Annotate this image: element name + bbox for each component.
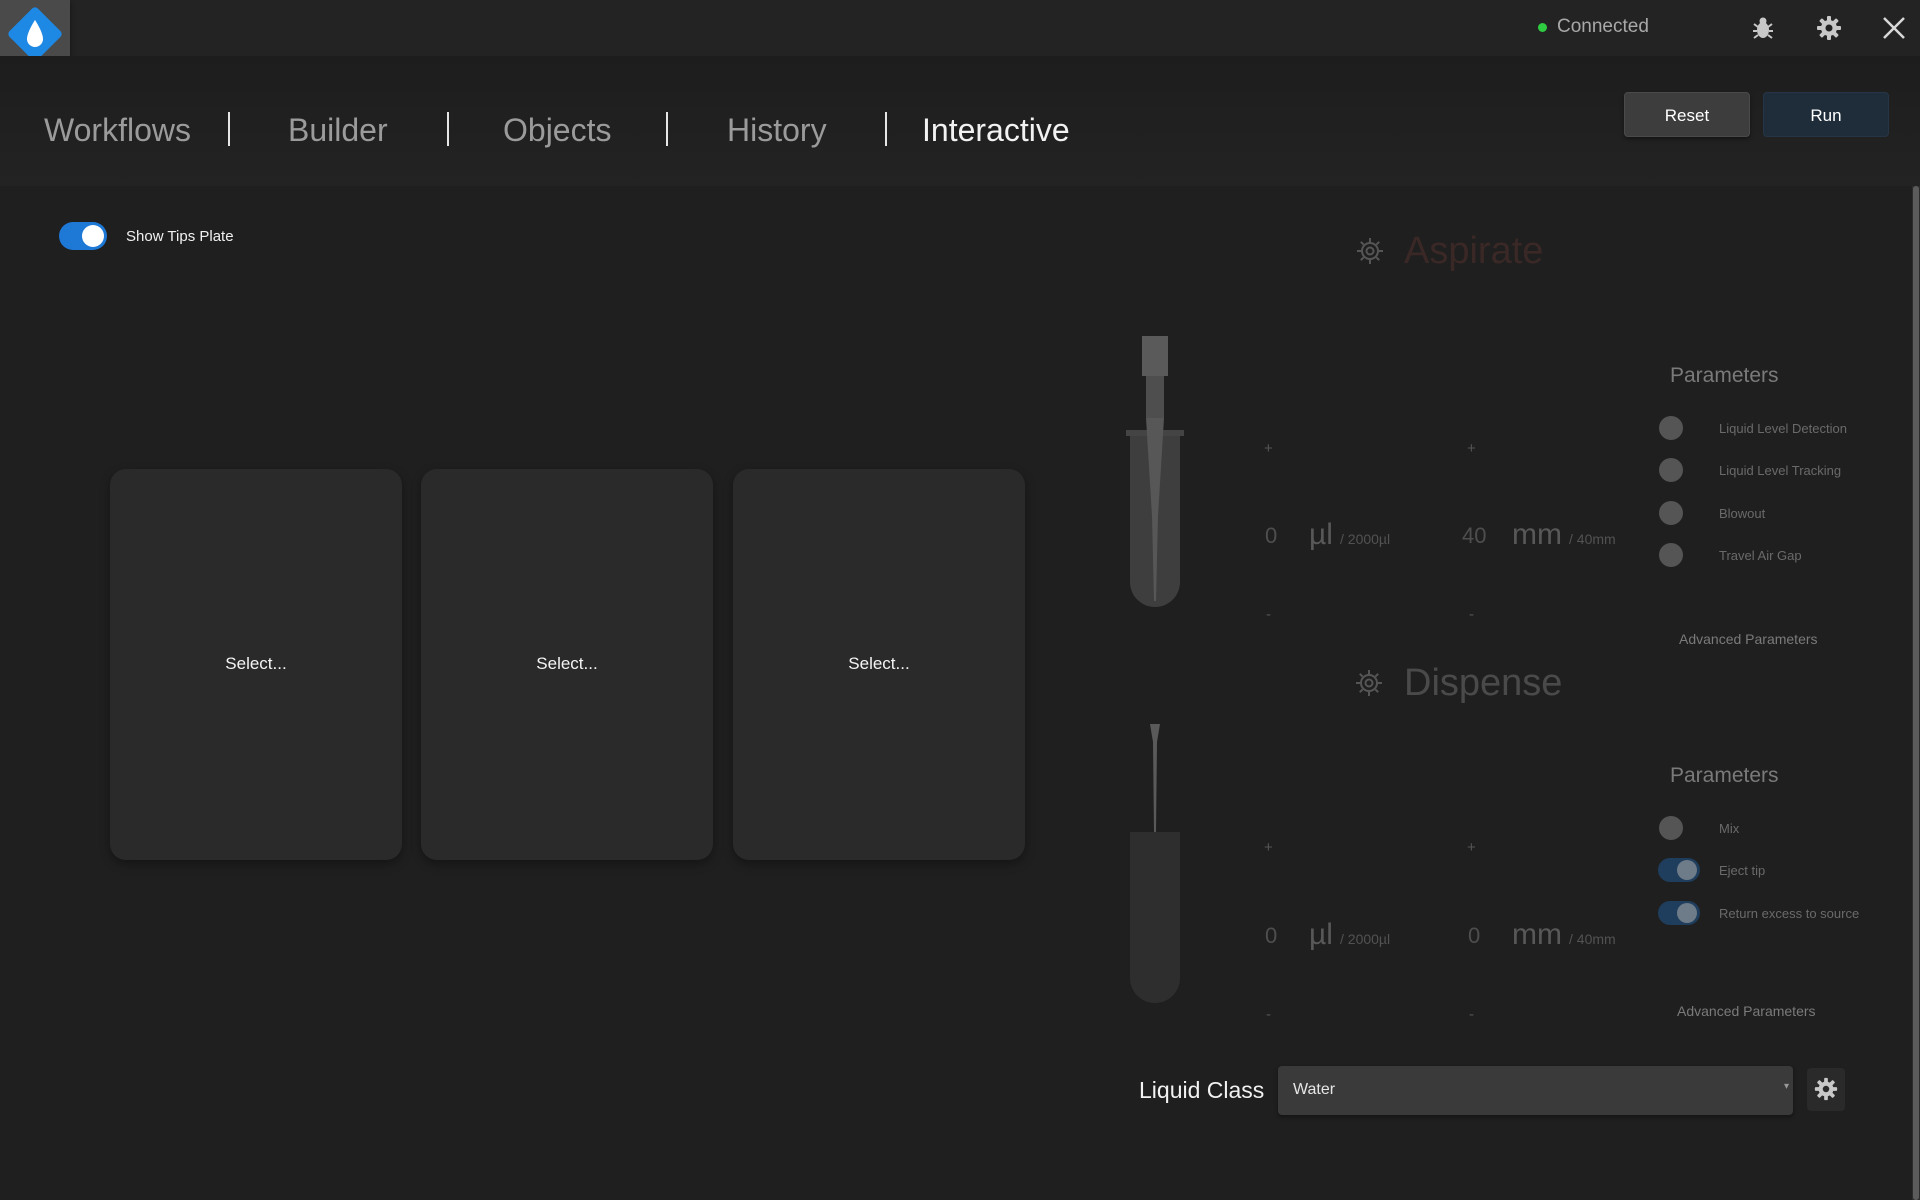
dispense-volume-value[interactable]: 0	[1265, 923, 1277, 949]
aspirate-advanced-link[interactable]: Advanced Parameters	[1679, 631, 1818, 647]
tab-workflows[interactable]: Workflows	[44, 108, 191, 152]
liquid-level-tracking-label: Liquid Level Tracking	[1719, 463, 1842, 478]
tab-history[interactable]: History	[727, 108, 827, 152]
show-tips-toggle[interactable]	[59, 222, 107, 250]
status-text: Connected	[1557, 16, 1649, 37]
aspirate-volume-increment[interactable]: +	[1264, 440, 1273, 457]
chevron-down-icon: ▾	[1783, 1081, 1789, 1092]
show-tips-label: Show Tips Plate	[126, 228, 234, 245]
return-excess-toggle[interactable]	[1658, 901, 1700, 925]
dispense-volume-unit: µl	[1309, 918, 1333, 951]
tab-interactive[interactable]: Interactive	[922, 108, 1070, 152]
aspirate-volume-unit: µl	[1309, 518, 1333, 551]
mix-toggle[interactable]	[1659, 816, 1683, 840]
slot-label: Select...	[848, 654, 910, 673]
liquid-class-settings-button[interactable]	[1807, 1068, 1845, 1111]
travel-air-gap-label: Travel Air Gap	[1719, 548, 1802, 563]
slot-label: Select...	[536, 654, 598, 673]
aspirate-volume-decrement[interactable]: -	[1266, 606, 1271, 623]
main-nav: Workflows Builder Objects History Intera…	[0, 56, 1920, 186]
aspirate-volume-max: / 2000µl	[1340, 531, 1391, 547]
slot-label: Select...	[225, 654, 287, 673]
dispense-depth-value[interactable]: 0	[1468, 923, 1480, 949]
eject-tip-label: Eject tip	[1719, 863, 1766, 878]
dispense-volume-decrement[interactable]: -	[1266, 1006, 1271, 1023]
reset-button[interactable]: Reset	[1624, 92, 1750, 137]
blowout-toggle[interactable]	[1659, 501, 1683, 525]
dispense-volume-increment[interactable]: +	[1264, 839, 1273, 856]
tab-separator	[447, 112, 449, 146]
plate-slot-2[interactable]: Select...	[421, 469, 713, 860]
dispense-depth-increment[interactable]: +	[1467, 839, 1476, 856]
dispense-title: Dispense	[1404, 662, 1563, 704]
toggle-knob	[1677, 860, 1697, 880]
gear-icon	[1814, 1077, 1838, 1101]
mix-label: Mix	[1719, 821, 1740, 836]
return-excess-label: Return excess to source	[1719, 906, 1860, 921]
aspirate-params-title: Parameters	[1670, 364, 1779, 387]
toggle-knob	[1677, 903, 1697, 923]
travel-air-gap-toggle[interactable]	[1659, 543, 1683, 567]
tab-separator	[885, 112, 887, 146]
aspirate-depth-decrement[interactable]: -	[1469, 606, 1474, 623]
tab-separator	[228, 112, 230, 146]
aspirate-volume-value[interactable]: 0	[1265, 523, 1277, 549]
liquid-class-value: Water	[1293, 1081, 1336, 1098]
close-icon[interactable]	[1880, 14, 1908, 42]
aspirate-settings-icon[interactable]	[1355, 236, 1385, 266]
liquid-class-label: Liquid Class	[1139, 1077, 1265, 1103]
aspirate-title: Aspirate	[1404, 230, 1544, 272]
plate-slot-3[interactable]: Select...	[733, 469, 1025, 860]
plate-slot-1[interactable]: Select...	[110, 469, 402, 860]
tab-builder[interactable]: Builder	[288, 108, 388, 152]
dispense-settings-icon[interactable]	[1354, 668, 1384, 698]
liquid-level-detection-toggle[interactable]	[1659, 416, 1683, 440]
dispense-depth-max: / 40mm	[1569, 931, 1616, 947]
aspirate-depth-max: / 40mm	[1569, 531, 1616, 547]
droplet-icon	[27, 20, 43, 47]
dispense-advanced-link[interactable]: Advanced Parameters	[1677, 1003, 1816, 1019]
dispense-depth-decrement[interactable]: -	[1469, 1006, 1474, 1023]
gear-icon[interactable]	[1815, 14, 1843, 42]
liquid-level-tracking-toggle[interactable]	[1659, 458, 1683, 482]
dispense-depth-unit: mm	[1512, 918, 1562, 951]
scrollbar-thumb[interactable]	[1913, 186, 1919, 1200]
liquid-level-detection-label: Liquid Level Detection	[1719, 421, 1847, 436]
bug-icon[interactable]	[1749, 14, 1777, 42]
status-dot	[1538, 22, 1547, 32]
eject-tip-toggle[interactable]	[1658, 858, 1700, 882]
connection-status: Connected	[1538, 16, 1649, 37]
dispense-params-title: Parameters	[1670, 764, 1779, 787]
toggle-knob	[82, 225, 104, 247]
aspirate-tube-illustration	[1126, 336, 1184, 607]
scrollbar[interactable]	[1912, 186, 1920, 1200]
aspirate-depth-increment[interactable]: +	[1467, 440, 1476, 457]
run-button[interactable]: Run	[1763, 92, 1889, 137]
tab-separator	[666, 112, 668, 146]
aspirate-depth-unit: mm	[1512, 518, 1562, 551]
title-bar: Connected	[0, 0, 1920, 69]
liquid-class-select[interactable]: Water ▾	[1278, 1066, 1793, 1115]
blowout-label: Blowout	[1719, 506, 1766, 521]
tab-objects[interactable]: Objects	[503, 108, 611, 152]
dispense-tube-illustration	[1130, 724, 1180, 1003]
dispense-volume-max: / 2000µl	[1340, 931, 1391, 947]
aspirate-depth-value[interactable]: 40	[1462, 523, 1486, 549]
